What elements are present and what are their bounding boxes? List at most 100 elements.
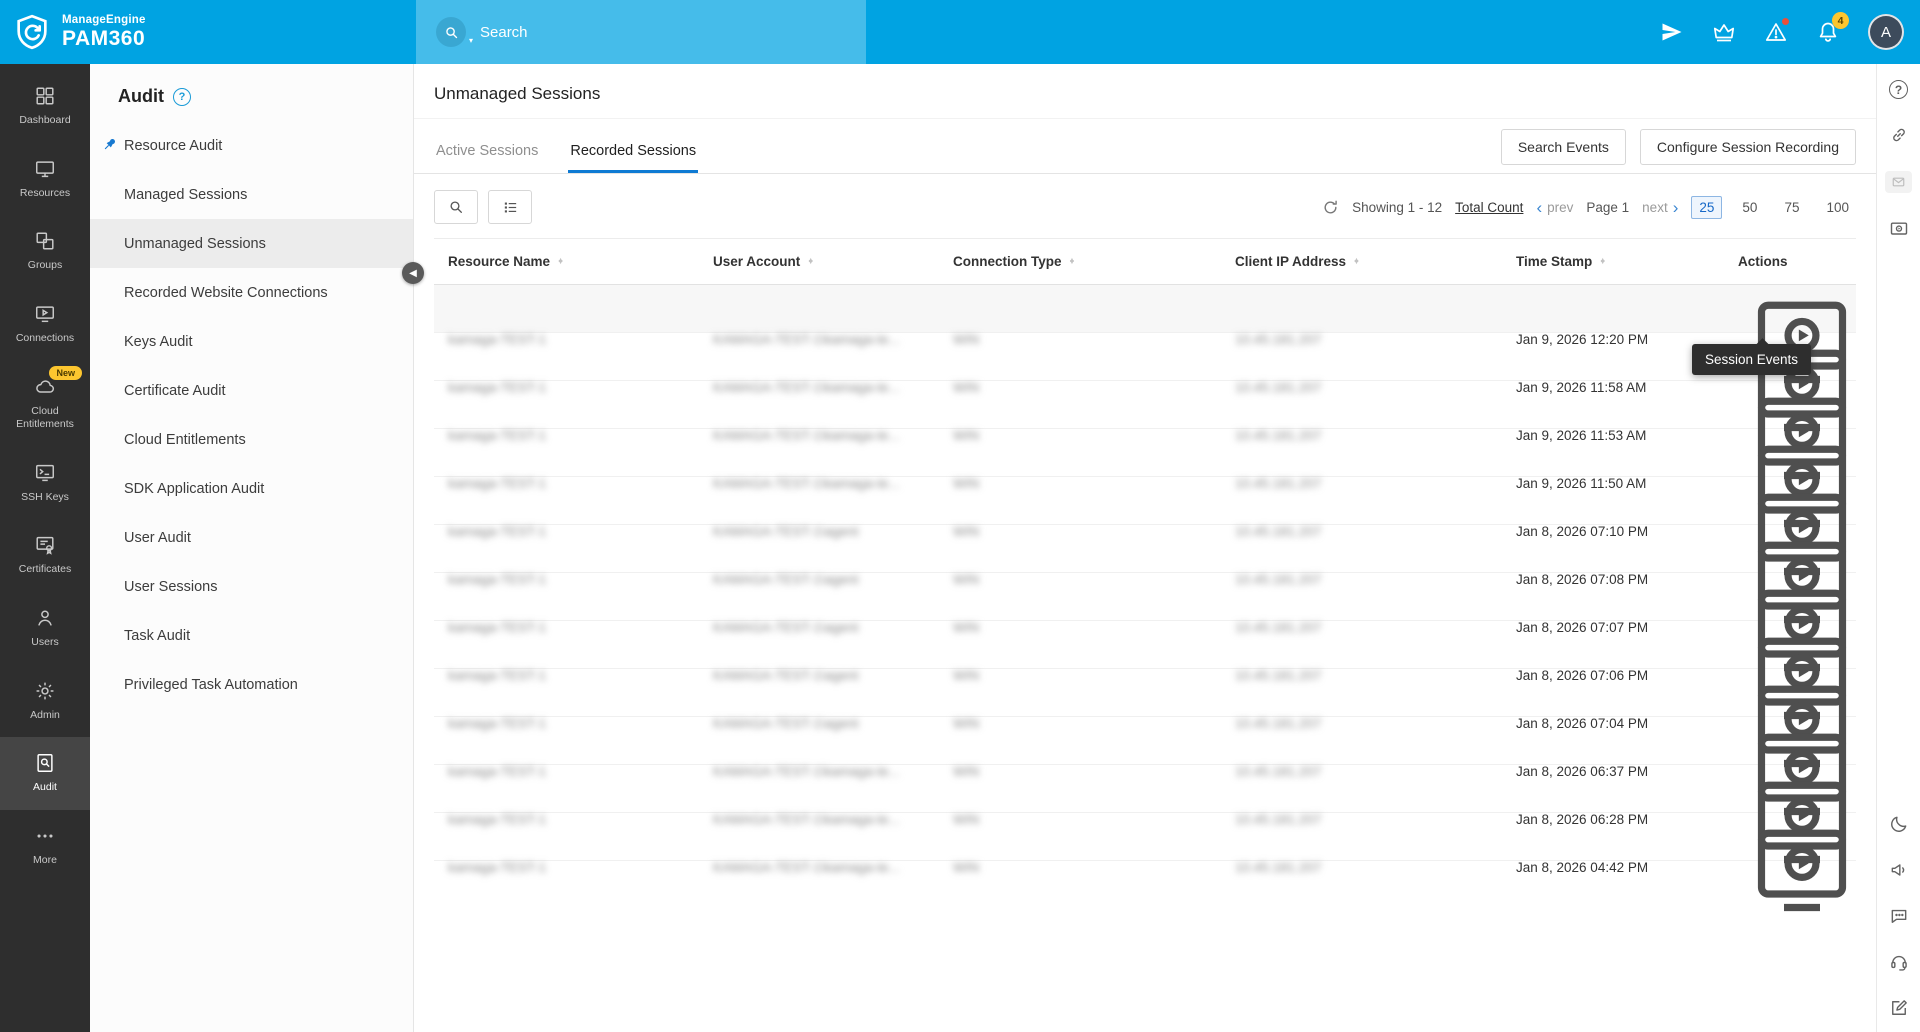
cell-user-account: KAMAGA-TEST-1\agent [713, 523, 859, 539]
cell-client-ip: 10.45.181.207 [1235, 475, 1322, 491]
notifications-bell-icon[interactable]: 4 [1816, 12, 1849, 44]
sort-icon[interactable]: ▲ ▼ [1599, 257, 1606, 266]
cell-resource-name: kamaga-TEST-1 [448, 619, 547, 635]
support-headset-icon[interactable] [1889, 952, 1909, 972]
session-recording-icon[interactable] [1889, 219, 1909, 239]
user-avatar[interactable]: A [1868, 14, 1904, 50]
cell-user-account: KAMAGA-TEST-1\agent [713, 619, 859, 635]
chat-icon[interactable] [1889, 906, 1909, 926]
nav-item-groups[interactable]: Groups [0, 215, 90, 288]
sidebar-item-label: Task Audit [124, 627, 191, 644]
col-actions: Actions [1738, 254, 1788, 269]
sidebar-item-resource-audit[interactable]: Resource Audit [90, 121, 413, 170]
tab-recorded-sessions[interactable]: Recorded Sessions [568, 130, 698, 173]
cell-connection-type: WIN [953, 859, 980, 875]
sort-icon[interactable]: ▲ ▼ [1069, 257, 1076, 266]
cell-user-account: KAMAGA-TEST-1\kamaga-te... [713, 379, 900, 395]
cell-time-stamp: Jan 8, 2026 06:37 PM [1516, 763, 1649, 779]
cell-user-account: KAMAGA-TEST-1\kamaga-te... [713, 811, 900, 827]
nav-label: Certificates [18, 563, 72, 576]
session-events-icon[interactable] [1748, 813, 1856, 921]
mail-icon[interactable] [1885, 171, 1912, 193]
configure-session-recording-button[interactable]: Configure Session Recording [1639, 129, 1856, 165]
feedback-compose-icon[interactable] [1889, 998, 1909, 1018]
sidebar-item-user-audit[interactable]: User Audit [90, 513, 413, 562]
cell-resource-name: kamaga-TEST-1 [448, 667, 547, 683]
nav-item-connections[interactable]: Connections [0, 288, 90, 361]
sidebar-item-label: Resource Audit [124, 137, 223, 154]
page-size-100[interactable]: 100 [1819, 197, 1856, 218]
tab-active-sessions[interactable]: Active Sessions [434, 130, 540, 172]
cell-user-account: KAMAGA-TEST-1\agent [713, 571, 859, 587]
utility-rail: ? [1876, 64, 1920, 1032]
cell-user-account: KAMAGA-TEST-1\agent [713, 667, 859, 683]
cell-user-account: KAMAGA-TEST-1\kamaga-te... [713, 331, 900, 347]
page-size-25[interactable]: 25 [1691, 195, 1723, 219]
nav-label: Dashboard [19, 114, 71, 126]
sort-icon[interactable]: ▲ ▼ [557, 257, 564, 266]
sidebar-item-unmanaged-sessions[interactable]: Unmanaged Sessions [90, 219, 413, 268]
table-search-button[interactable] [434, 190, 478, 224]
sidebar-item-certificate-audit[interactable]: Certificate Audit [90, 366, 413, 415]
sidebar-item-recorded-website-connections[interactable]: Recorded Website Connections [90, 268, 413, 317]
cell-time-stamp: Jan 9, 2026 11:53 AM [1516, 427, 1647, 443]
refresh-icon[interactable] [1322, 199, 1339, 216]
search-icon: ▾ [436, 17, 473, 47]
sort-icon[interactable]: ▲ ▼ [807, 257, 814, 266]
sort-icon[interactable]: ▲ ▼ [1353, 257, 1360, 266]
announcement-icon[interactable] [1889, 860, 1909, 880]
sidebar-item-task-audit[interactable]: Task Audit [90, 611, 413, 660]
nav-item-users[interactable]: Users [0, 592, 90, 665]
page-size-75[interactable]: 75 [1777, 197, 1806, 218]
nav-item-ssh-keys[interactable]: SSH Keys [0, 447, 90, 520]
nav-item-resources[interactable]: Resources [0, 143, 90, 216]
link-icon[interactable] [1889, 125, 1909, 145]
connections-icon [34, 303, 56, 325]
help-icon[interactable]: ? [172, 87, 191, 106]
cell-connection-type: WIN [953, 715, 980, 731]
sidebar-item-privileged-task-automation[interactable]: Privileged Task Automation [90, 660, 413, 709]
search-events-button[interactable]: Search Events [1500, 129, 1626, 165]
sidebar-item-cloud-entitlements[interactable]: Cloud Entitlements [90, 415, 413, 464]
gear-icon [34, 680, 56, 702]
prev-label: prev [1547, 199, 1574, 215]
alerts-icon[interactable] [1764, 17, 1790, 44]
sidebar-item-managed-sessions[interactable]: Managed Sessions [90, 170, 413, 219]
brand-logo[interactable]: ManageEngine PAM360 [12, 0, 146, 64]
page-size-50[interactable]: 50 [1735, 197, 1764, 218]
pagination: Showing 1 - 12 Total Count ‹ prev Page 1… [1322, 195, 1856, 219]
cell-user-account: KAMAGA-TEST-1\kamaga-te... [713, 475, 900, 491]
nav-item-certificates[interactable]: Certificates [0, 519, 90, 592]
column-chooser-button[interactable] [488, 190, 532, 224]
showing-text: Showing 1 - 12 [1352, 199, 1443, 215]
global-search-input[interactable]: ▾ Search [416, 0, 866, 64]
cell-connection-type: WIN [953, 763, 980, 779]
send-feedback-icon[interactable] [1660, 20, 1684, 44]
next-page-button[interactable]: next › [1642, 199, 1678, 216]
sidebar-title: Audit [118, 86, 164, 106]
cell-connection-type: WIN [953, 811, 980, 827]
prev-page-button[interactable]: ‹ prev [1536, 199, 1573, 216]
nav-item-admin[interactable]: Admin [0, 665, 90, 738]
cell-client-ip: 10.45.181.207 [1235, 763, 1322, 779]
sidebar-item-keys-audit[interactable]: Keys Audit [90, 317, 413, 366]
dark-mode-moon-icon[interactable] [1889, 814, 1909, 834]
help-icon[interactable]: ? [1889, 80, 1908, 99]
table-row[interactable]: kamaga-TEST-1 KAMAGA-TEST-1\kamaga-te...… [434, 285, 1856, 384]
nav-item-more[interactable]: More [0, 810, 90, 883]
cell-resource-name: kamaga-TEST-1 [448, 715, 547, 731]
total-count-link[interactable]: Total Count [1455, 200, 1523, 215]
nav-item-dashboard[interactable]: Dashboard [0, 70, 90, 143]
col-connection-type: Connection Type [953, 254, 1062, 269]
nav-item-audit[interactable]: Audit [0, 737, 90, 811]
premium-crown-icon[interactable] [1712, 20, 1736, 44]
dashboard-icon [34, 85, 56, 107]
pam360-shield-icon [12, 12, 52, 52]
nav-item-cloud-entitlements[interactable]: New Cloud Entitlements [0, 361, 90, 447]
nav-label: Resources [19, 186, 71, 199]
sidebar-item-sdk-application-audit[interactable]: SDK Application Audit [90, 464, 413, 513]
sidebar-collapse-button[interactable]: ◀ [402, 262, 424, 284]
sidebar-item-user-sessions[interactable]: User Sessions [90, 562, 413, 611]
cell-client-ip: 10.45.181.207 [1235, 619, 1322, 635]
cell-time-stamp: Jan 9, 2026 11:58 AM [1516, 379, 1647, 395]
